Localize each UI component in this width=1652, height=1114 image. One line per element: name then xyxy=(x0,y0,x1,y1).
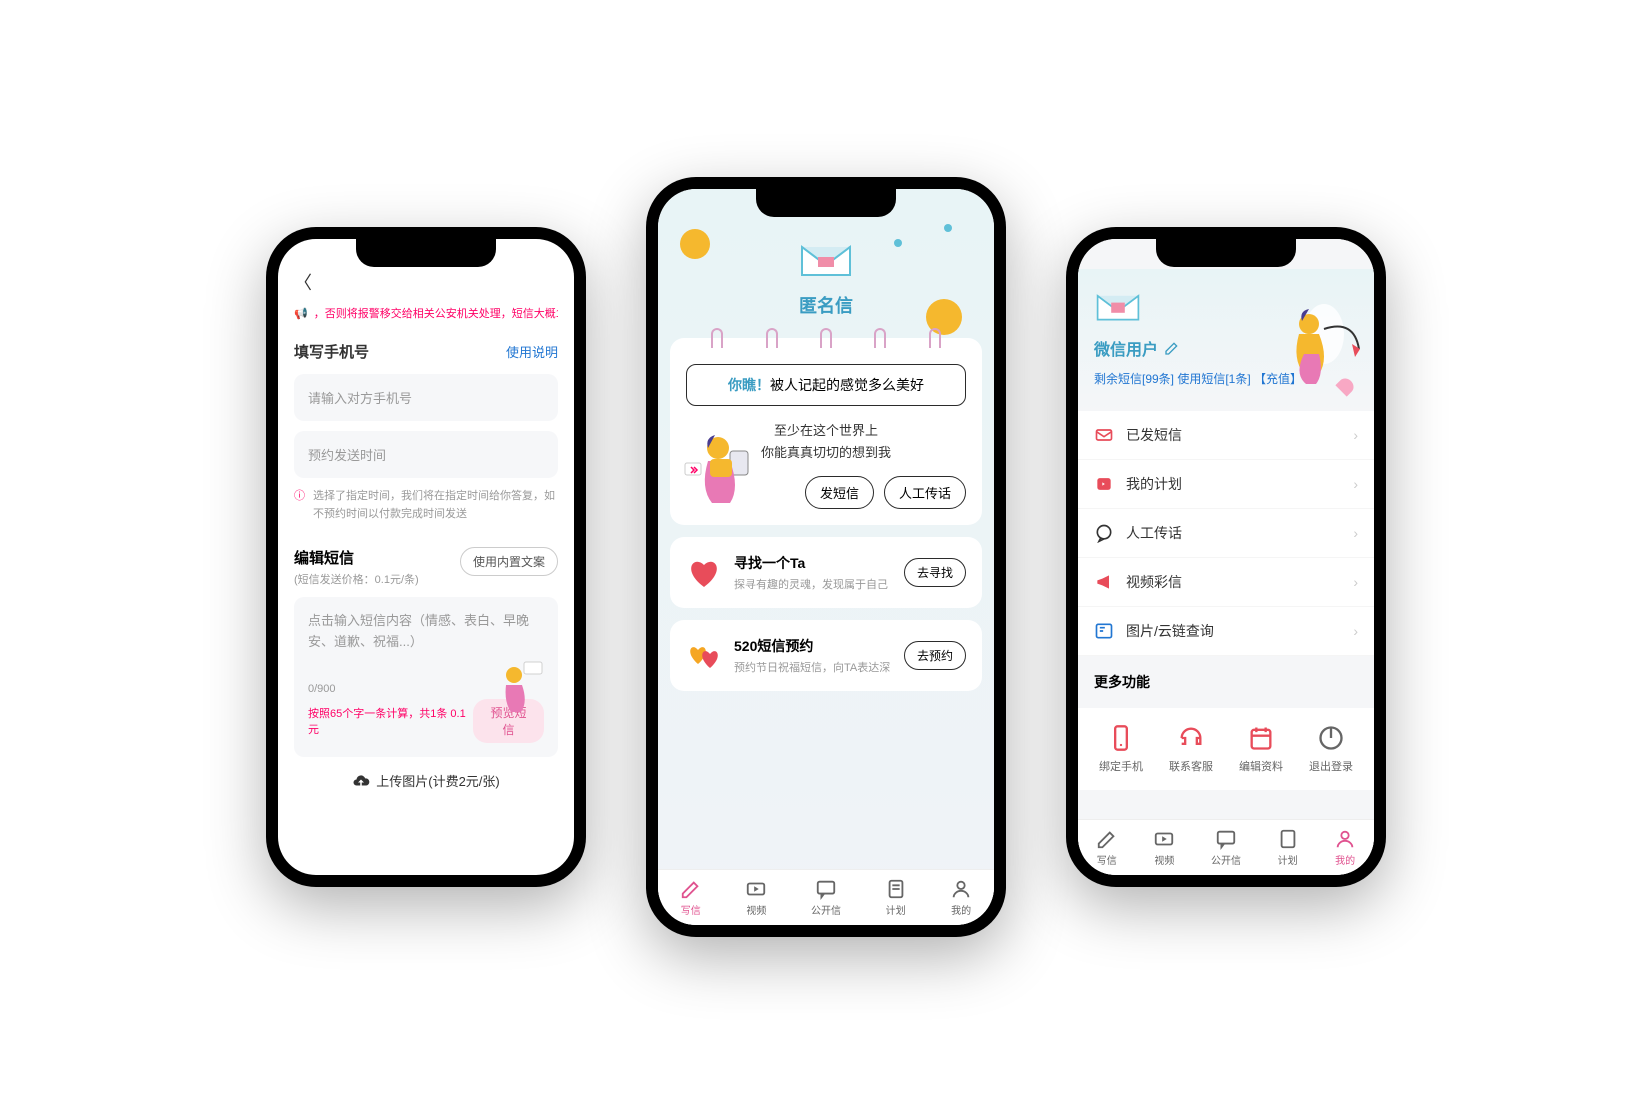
go-schedule-button[interactable]: 去预约 xyxy=(904,641,966,670)
calendar-icon xyxy=(1247,724,1275,752)
edit-title: 编辑短信 xyxy=(294,547,419,568)
logout[interactable]: 退出登录 xyxy=(1309,724,1353,774)
play-icon xyxy=(1153,828,1175,850)
chat-icon xyxy=(1215,828,1237,850)
go-find-button[interactable]: 去寻找 xyxy=(904,558,966,587)
menu-list: 已发短信› 我的计划› 人工传话› 视频彩信› 图片/云链查询› xyxy=(1078,411,1374,656)
message-textarea[interactable]: 点击输入短信内容（情感、表白、早晚安、道歉、祝福...） 0/900 按照65个… xyxy=(294,597,558,757)
cloud-upload-icon xyxy=(352,772,370,790)
tab-mine[interactable]: 我的 xyxy=(950,878,972,917)
function-grid: 绑定手机 联系客服 编辑资料 退出登录 xyxy=(1078,708,1374,790)
edit-profile[interactable]: 编辑资料 xyxy=(1239,724,1283,774)
menu-image-query[interactable]: 图片/云链查询› xyxy=(1078,607,1374,656)
quote-card: 你瞧！被人记起的感觉多么美好 至少在这个世界上你能真真切切的想到我 发短信 人工… xyxy=(670,338,982,525)
upload-button[interactable]: 上传图片(计费2元/张) xyxy=(294,757,558,790)
header: 匿名信 xyxy=(670,229,982,338)
megaphone-icon xyxy=(1094,572,1114,592)
image-query-icon xyxy=(1094,621,1114,641)
notice-text: ，否则将报警移交给相关公安机关处理，短信大概1- xyxy=(314,305,558,321)
plan-icon xyxy=(1094,474,1114,494)
price-hint: (短信发送价格：0.1元/条) xyxy=(294,571,419,587)
bind-phone[interactable]: 绑定手机 xyxy=(1099,724,1143,774)
menu-sent-sms[interactable]: 已发短信› xyxy=(1078,411,1374,460)
person-icon xyxy=(950,878,972,900)
pencil-icon xyxy=(1096,828,1118,850)
contact-support[interactable]: 联系客服 xyxy=(1169,724,1213,774)
tab-video[interactable]: 视频 xyxy=(1153,828,1175,867)
clipboard-icon xyxy=(885,878,907,900)
template-button[interactable]: 使用内置文案 xyxy=(460,547,558,576)
clipboard-icon xyxy=(1277,828,1299,850)
edit-icon xyxy=(1164,340,1180,356)
phone-icon xyxy=(1107,724,1135,752)
heart-icon xyxy=(686,555,722,591)
menu-human-relay[interactable]: 人工传话› xyxy=(1078,509,1374,558)
cupid-illustration xyxy=(1264,299,1364,389)
more-functions-title: 更多功能 xyxy=(1078,656,1374,708)
headset-icon xyxy=(1177,724,1205,752)
time-input[interactable]: 预约发送时间 xyxy=(294,431,558,478)
tab-public[interactable]: 公开信 xyxy=(1211,828,1241,867)
help-link[interactable]: 使用说明 xyxy=(506,342,558,361)
phone-section-title: 填写手机号 xyxy=(294,341,369,362)
power-icon xyxy=(1317,724,1345,752)
chat-icon xyxy=(815,878,837,900)
play-icon xyxy=(745,878,767,900)
hearts-icon xyxy=(686,638,722,674)
tab-mine[interactable]: 我的 xyxy=(1334,828,1356,867)
mail-icon xyxy=(1094,289,1142,323)
notice-banner: 📢 ，否则将报警移交给相关公安机关处理，短信大概1- xyxy=(294,305,558,321)
menu-my-plan[interactable]: 我的计划› xyxy=(1078,460,1374,509)
send-sms-button[interactable]: 发短信 xyxy=(805,476,874,509)
menu-video-mms[interactable]: 视频彩信› xyxy=(1078,558,1374,607)
tab-write[interactable]: 写信 xyxy=(1096,828,1118,867)
pencil-icon xyxy=(680,878,702,900)
tabbar: 写信 视频 公开信 计划 我的 xyxy=(658,869,994,925)
phone-3-profile: 微信用户 剩余短信[99条] 使用短信[1条] 【充值】 已发短信› 我的计划› xyxy=(1066,227,1386,887)
speaker-icon: 📢 xyxy=(294,307,308,320)
envelope-icon xyxy=(1094,425,1114,445)
chat-bubble-icon xyxy=(1094,523,1114,543)
phone-1-write-sms: 〈 📢 ，否则将报警移交给相关公安机关处理，短信大概1- 填写手机号 使用说明 … xyxy=(266,227,586,887)
schedule-card[interactable]: 520短信预约 预约节日祝福短信，向TA表达深 去预约 xyxy=(670,620,982,691)
back-button[interactable]: 〈 xyxy=(294,269,558,295)
tab-video[interactable]: 视频 xyxy=(745,878,767,917)
tab-plan[interactable]: 计划 xyxy=(1277,828,1299,867)
tabbar: 写信 视频 公开信 计划 我的 xyxy=(1078,819,1374,875)
tab-plan[interactable]: 计划 xyxy=(885,878,907,917)
time-hint: ⓘ 选择了指定时间，我们将在指定时间给你答复，如不预约时间以付款完成时间发送 xyxy=(294,488,558,523)
find-ta-card[interactable]: 寻找一个Ta 探寻有趣的灵魂，发现属于自己 去寻找 xyxy=(670,537,982,608)
person-reading-illustration xyxy=(680,423,770,513)
info-icon: ⓘ xyxy=(294,488,305,523)
person-illustration xyxy=(486,657,546,717)
tab-public[interactable]: 公开信 xyxy=(811,878,841,917)
mail-icon xyxy=(798,239,854,279)
tab-write[interactable]: 写信 xyxy=(680,878,702,917)
cost-text: 按照65个字一条计算，共1条 0.1元 xyxy=(308,705,473,737)
person-icon xyxy=(1334,828,1356,850)
phone-input[interactable]: 请输入对方手机号 xyxy=(294,374,558,421)
human-relay-button[interactable]: 人工传话 xyxy=(884,476,966,509)
phone-2-home: 匿名信 你瞧！被人记起的感觉多么美好 至少在这个世界上你能真真切切的想到我 发短… xyxy=(646,177,1006,937)
quote-box: 你瞧！被人记起的感觉多么美好 xyxy=(686,364,966,406)
profile-header: 微信用户 剩余短信[99条] 使用短信[1条] 【充值】 xyxy=(1078,269,1374,411)
